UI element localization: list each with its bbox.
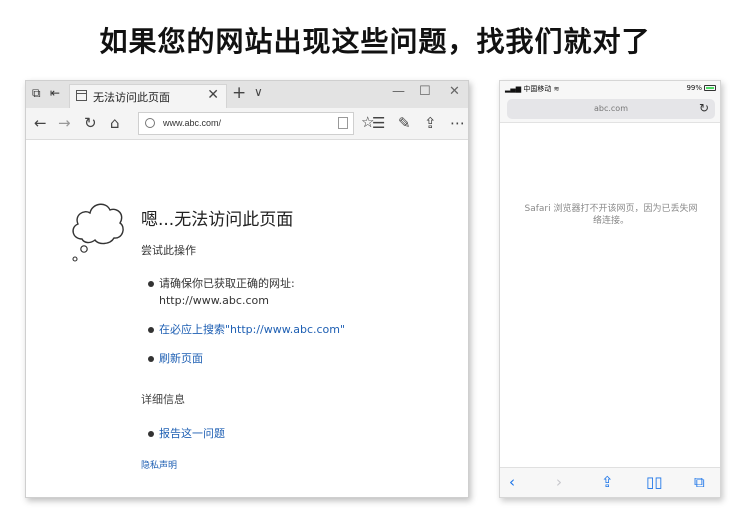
- tab-list-icon[interactable]: ⧉: [32, 86, 41, 101]
- page-icon: [76, 90, 87, 101]
- safari-header: abc.com ↻: [500, 96, 720, 123]
- refresh-page-link[interactable]: 刷新页面: [159, 350, 203, 367]
- status-bar: ▂▄▆ 中国移动 ≋ 99%: [500, 81, 720, 96]
- pen-icon[interactable]: ✎: [398, 114, 411, 132]
- bookmarks-icon[interactable]: ▯▯: [646, 473, 663, 491]
- headline: 如果您的网站出现这些问题，找我们就对了: [99, 25, 651, 58]
- back-icon[interactable]: ‹: [509, 473, 515, 491]
- privacy-link[interactable]: 隐私声明: [141, 458, 177, 471]
- address-bar[interactable]: www.abc.com/: [138, 112, 354, 135]
- share-icon[interactable]: ⇪: [601, 473, 614, 491]
- details-label: 详细信息: [141, 393, 185, 406]
- try-label: 尝试此操作: [141, 244, 196, 257]
- new-tab-button[interactable]: +: [232, 83, 246, 103]
- safari-url-bar[interactable]: abc.com ↻: [507, 99, 715, 119]
- forward-icon[interactable]: →: [58, 114, 71, 132]
- iphone-safari-window: ▂▄▆ 中国移动 ≋ 99% abc.com ↻ Safari 浏览器打不开该网…: [499, 80, 721, 498]
- signal-icon: ▂▄▆: [505, 85, 522, 93]
- tab-menu-button[interactable]: ∨: [254, 85, 263, 99]
- bullet-dot: [148, 356, 154, 362]
- tab-close-button[interactable]: ✕: [207, 87, 219, 103]
- edge-page-content: 嗯...无法访问此页面 尝试此操作 请确保你已获取正确的网址: http://w…: [26, 141, 468, 497]
- home-icon[interactable]: ⌂: [110, 114, 120, 132]
- bing-search-link[interactable]: 在必应上搜索"http://www.abc.com": [159, 321, 345, 338]
- safari-toolbar: ‹ › ⇪ ▯▯ ⧉: [500, 467, 720, 497]
- favorites-hub-icon[interactable]: ☰: [372, 114, 385, 132]
- minimize-button[interactable]: —: [392, 84, 405, 99]
- edge-browser-window: ⧉ ⇤ 无法访问此页面 ✕ + ∨ — ☐ ✕ ← → ↻ ⌂ www.abc.…: [25, 80, 469, 498]
- forward-icon[interactable]: ›: [556, 473, 562, 491]
- safari-url-text: abc.com: [593, 104, 628, 113]
- check-url-item: 请确保你已获取正确的网址: http://www.abc.com: [159, 275, 295, 309]
- battery-icon: [704, 85, 716, 91]
- carrier-name: 中国移动: [523, 85, 552, 93]
- edge-titlebar: ⧉ ⇤ 无法访问此页面 ✕ + ∨ — ☐ ✕: [26, 81, 468, 108]
- bullet-dot: [148, 431, 154, 437]
- error-title: 嗯...无法访问此页面: [141, 210, 294, 230]
- error-message: Safari 浏览器打不开该网页，因为已丢失网络连接。: [524, 204, 698, 226]
- address-text: www.abc.com/: [163, 118, 222, 128]
- check-url-text: 请确保你已获取正确的网址:: [159, 277, 295, 290]
- close-window-button[interactable]: ✕: [449, 84, 460, 99]
- battery-percent: 99%: [686, 84, 702, 92]
- cloud-icon: [72, 203, 124, 262]
- bullet-dot: [148, 281, 154, 287]
- refresh-icon[interactable]: ↻: [84, 114, 97, 132]
- report-problem-link[interactable]: 报告这一问题: [159, 425, 225, 442]
- check-url-example: http://www.abc.com: [159, 294, 269, 307]
- tab-active[interactable]: 无法访问此页面 ✕: [69, 84, 227, 108]
- maximize-button[interactable]: ☐: [419, 84, 431, 99]
- edge-navbar: ← → ↻ ⌂ www.abc.com/ ☆ ☰ ✎ ⇪ ⋯: [26, 108, 468, 140]
- bullet-dot: [148, 327, 154, 333]
- tab-aside-icon[interactable]: ⇤: [50, 86, 60, 100]
- info-icon[interactable]: [145, 118, 155, 128]
- wifi-icon: ≋: [553, 85, 560, 93]
- carrier-label: ▂▄▆ 中国移动 ≋: [505, 84, 560, 94]
- more-icon[interactable]: ⋯: [450, 114, 465, 132]
- share-icon[interactable]: ⇪: [424, 114, 437, 132]
- tabs-icon[interactable]: ⧉: [694, 473, 705, 491]
- reload-icon[interactable]: ↻: [699, 101, 709, 115]
- tab-title: 无法访问此页面: [93, 91, 170, 104]
- back-icon[interactable]: ←: [34, 114, 47, 132]
- reading-view-icon[interactable]: [338, 117, 348, 129]
